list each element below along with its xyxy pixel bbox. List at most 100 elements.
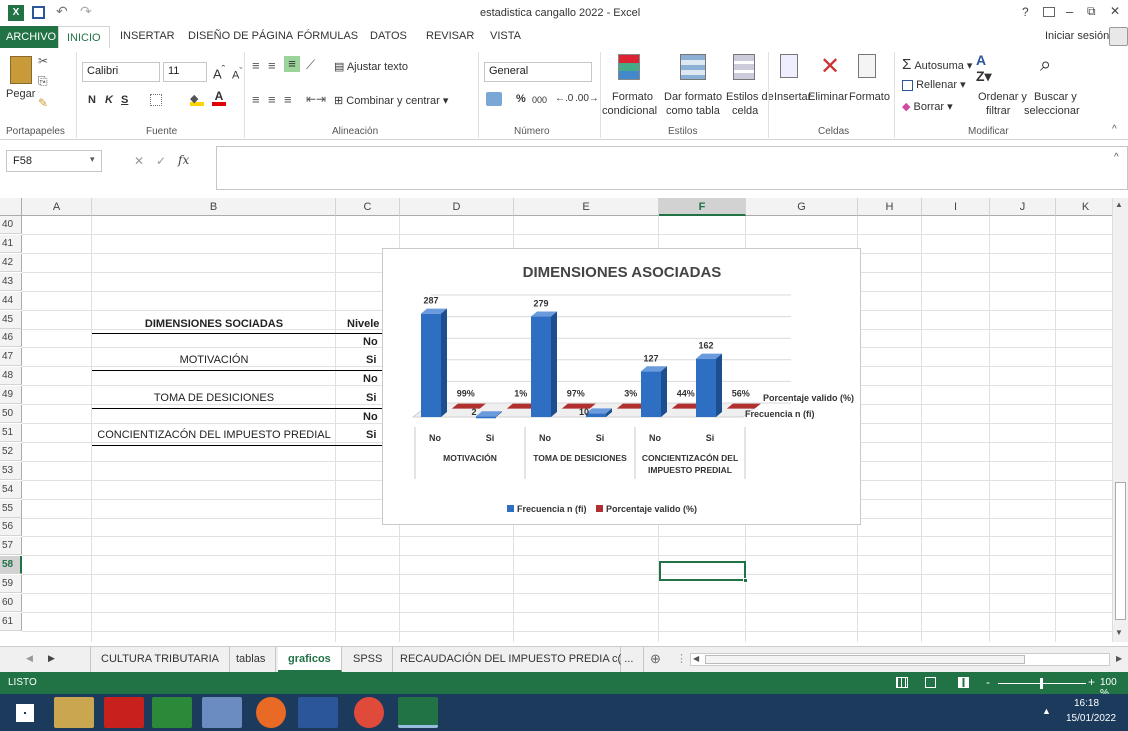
excel-taskbar-icon[interactable] xyxy=(398,697,438,728)
align-top-icon[interactable]: ≡ xyxy=(252,58,260,73)
cell-c49[interactable]: Si xyxy=(366,389,376,407)
save-icon[interactable] xyxy=(32,6,45,19)
autosum-button[interactable]: Σ Autosuma ▾ xyxy=(902,56,972,73)
sort-filter-label2[interactable]: filtrar xyxy=(986,105,1010,117)
file-explorer-icon[interactable] xyxy=(54,697,94,728)
minimize-button[interactable]: – xyxy=(1066,4,1073,19)
wrap-text-button[interactable]: ▤ Ajustar texto xyxy=(334,60,408,73)
sheet-tab-tablas[interactable]: tablas xyxy=(226,647,277,672)
row-header-59[interactable]: 59 xyxy=(0,575,22,594)
vertical-scrollbar[interactable]: ▲ ▼ xyxy=(1112,198,1128,642)
cell-styles-label2[interactable]: celda xyxy=(732,105,758,117)
normal-view-icon[interactable] xyxy=(896,677,908,688)
formula-input[interactable] xyxy=(216,146,1128,190)
delete-cells-button[interactable]: Eliminar xyxy=(808,91,848,103)
sort-filter-icon[interactable]: A Z▾ xyxy=(976,52,992,85)
excel-logo-icon[interactable]: X xyxy=(8,5,24,21)
row-header-51[interactable]: 51 xyxy=(0,423,22,442)
row-header-60[interactable]: 60 xyxy=(0,594,22,612)
row-header-56[interactable]: 56 xyxy=(0,518,22,537)
tab-datos[interactable]: DATOS xyxy=(370,30,407,42)
indent-icon[interactable]: ⇤⇥ xyxy=(306,92,326,106)
hscroll-left-icon[interactable]: ◀ xyxy=(693,654,699,663)
firefox-icon[interactable] xyxy=(256,697,286,728)
find-select-label2[interactable]: seleccionar xyxy=(1024,105,1080,117)
paste-button[interactable]: Pegar xyxy=(6,88,35,100)
align-center-icon[interactable]: ≡ xyxy=(268,92,276,107)
help-app-icon[interactable] xyxy=(202,697,242,728)
cell-b51[interactable]: CONCIENTIZACÓN DEL IMPUESTO PREDIAL xyxy=(92,426,336,444)
zoom-slider-thumb[interactable] xyxy=(1040,678,1043,689)
row-header-42[interactable]: 42 xyxy=(0,253,22,272)
cancel-entry-icon[interactable]: ✕ xyxy=(134,154,144,168)
insert-function-icon[interactable]: fx xyxy=(178,153,189,167)
conditional-format-label1[interactable]: Formato xyxy=(612,91,653,103)
increase-decimal-icon[interactable]: ←.0 xyxy=(555,93,573,104)
select-all-corner[interactable] xyxy=(0,198,22,216)
account-avatar-icon[interactable] xyxy=(1109,27,1128,46)
format-cells-button[interactable]: Formato xyxy=(849,91,890,103)
scroll-up-icon[interactable]: ▲ xyxy=(1115,200,1123,209)
cell-c51[interactable]: Si xyxy=(366,426,376,444)
name-box-dropdown-icon[interactable]: ▾ xyxy=(90,154,95,165)
delete-cells-icon[interactable]: ✕ xyxy=(820,52,840,81)
decrease-decimal-icon[interactable]: .00→ xyxy=(575,93,599,104)
column-header-k[interactable]: K xyxy=(1056,198,1116,216)
sheet-tab-recaudacion[interactable]: RECAUDACIÓN DEL IMPUESTO PREDIA xyxy=(390,647,621,672)
align-left-icon[interactable]: ≡ xyxy=(252,92,260,107)
format-as-table-icon[interactable] xyxy=(680,54,706,80)
sheet-options-icon[interactable]: ⋮ xyxy=(676,652,687,665)
column-header-c[interactable]: C xyxy=(336,198,400,216)
align-middle-icon[interactable]: ≡ xyxy=(268,58,276,73)
number-format-select[interactable]: General xyxy=(484,62,592,82)
shrink-font-icon[interactable]: Aˇ xyxy=(232,66,242,82)
paste-icon[interactable] xyxy=(10,56,32,84)
hscroll-right-icon[interactable]: ▶ xyxy=(1116,654,1122,663)
find-select-icon[interactable]: ⌕ xyxy=(1040,54,1051,77)
name-box[interactable]: F58 xyxy=(6,150,102,172)
format-as-table-label2[interactable]: como tabla xyxy=(666,105,720,117)
zoom-out-button[interactable]: - xyxy=(986,675,990,689)
row-header-41[interactable]: 41 xyxy=(0,234,22,253)
start-windows-icon[interactable] xyxy=(16,704,34,722)
align-right-icon[interactable]: ≡ xyxy=(284,92,292,107)
borders-icon[interactable] xyxy=(150,94,162,106)
cell-c47[interactable]: Si xyxy=(366,351,376,369)
chrome-icon[interactable] xyxy=(354,697,384,728)
word-icon[interactable] xyxy=(298,697,338,728)
insert-cells-button[interactable]: Insertar xyxy=(774,91,811,103)
row-header-50[interactable]: 50 xyxy=(0,405,22,423)
tab-vista[interactable]: VISTA xyxy=(490,30,521,42)
row-header-57[interactable]: 57 xyxy=(0,537,22,556)
row-header-61[interactable]: 61 xyxy=(0,612,22,631)
scroll-thumb[interactable] xyxy=(1115,482,1126,620)
row-header-58[interactable]: 58 xyxy=(0,556,22,575)
bold-button[interactable]: N xyxy=(88,94,96,106)
insert-cells-icon[interactable] xyxy=(780,54,798,78)
font-color-icon[interactable]: A xyxy=(212,90,226,106)
help-icon[interactable]: ? xyxy=(1022,5,1029,19)
sheet-tab-more[interactable]: c( ... xyxy=(602,647,645,672)
row-header-55[interactable]: 55 xyxy=(0,499,22,518)
conditional-format-icon[interactable] xyxy=(618,54,640,80)
row-header-40[interactable]: 40 xyxy=(0,216,22,234)
sheet-tab-spss[interactable]: SPSS xyxy=(343,647,394,672)
row-header-43[interactable]: 43 xyxy=(0,272,22,291)
column-header-h[interactable]: H xyxy=(858,198,922,216)
tab-diseno[interactable]: DISEÑO DE PÁGINA xyxy=(188,30,293,42)
orientation-icon[interactable]: ⟋ xyxy=(306,57,315,73)
column-header-b[interactable]: B xyxy=(92,198,336,216)
italic-button[interactable]: K xyxy=(105,94,113,106)
hscroll-thumb[interactable] xyxy=(705,655,1025,664)
format-as-table-label1[interactable]: Dar formato xyxy=(664,91,722,103)
tray-arrow-icon[interactable]: ▲ xyxy=(1042,706,1051,716)
row-header-44[interactable]: 44 xyxy=(0,291,22,310)
conditional-format-label2[interactable]: condicional xyxy=(602,105,657,117)
thousands-button[interactable]: 000 xyxy=(532,95,547,105)
row-header-45[interactable]: 45 xyxy=(0,310,22,329)
undo-icon[interactable]: ↶ xyxy=(56,3,68,20)
tab-revisar[interactable]: REVISAR xyxy=(426,30,474,42)
fill-button[interactable]: Rellenar ▾ xyxy=(902,78,966,91)
sort-filter-label1[interactable]: Ordenar y xyxy=(978,91,1027,103)
cell-styles-icon[interactable] xyxy=(733,54,755,80)
